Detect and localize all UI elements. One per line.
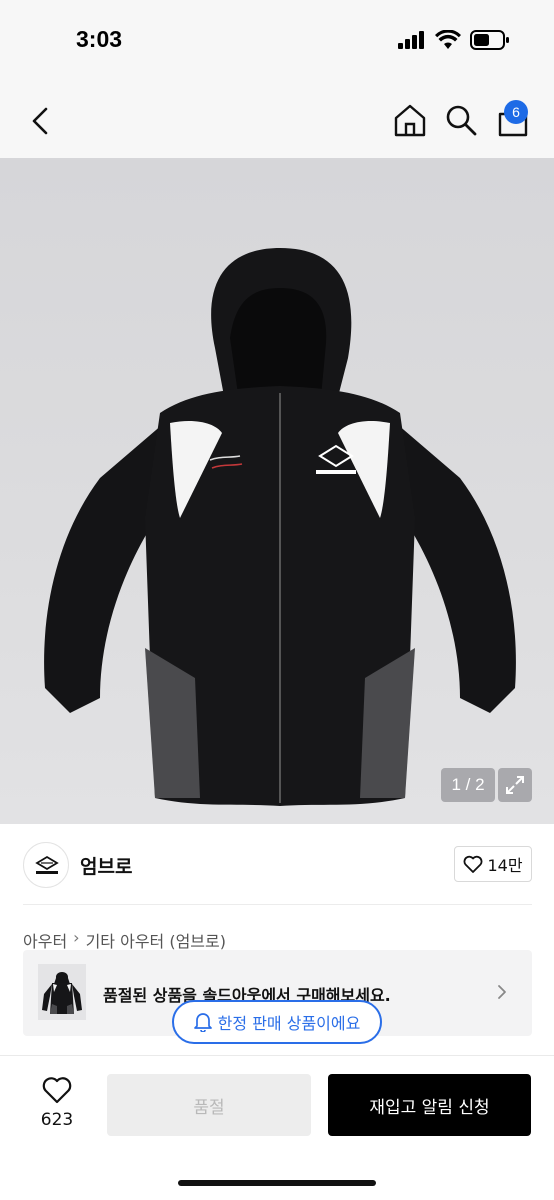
signal-icon [398, 31, 424, 49]
limited-sale-badge: 한정 판매 상품이에요 [172, 1000, 382, 1044]
product-thumbnail [38, 964, 86, 1020]
limited-sale-text: 한정 판매 상품이에요 [217, 1014, 361, 1033]
jacket-image [44, 248, 516, 806]
brand-row[interactable]: 엄브로 14만 [0, 824, 554, 906]
wishlist-count: 623 [40, 1110, 74, 1130]
heart-icon [42, 1077, 72, 1104]
battery-icon [470, 30, 509, 50]
brand-name[interactable]: 엄브로 [80, 852, 132, 879]
breadcrumb-item-outer[interactable]: 아우터 [23, 928, 67, 952]
bell-icon [193, 1013, 212, 1032]
like-count: 14만 [487, 856, 523, 875]
status-icons [398, 30, 510, 50]
search-icon[interactable] [444, 102, 478, 138]
divider [23, 904, 532, 905]
home-icon[interactable] [392, 102, 428, 138]
breadcrumb: 아우터 › 기타 아우터 (엄브로) [23, 928, 226, 952]
back-icon[interactable] [26, 104, 56, 138]
soldout-button[interactable]: 품절 [107, 1074, 311, 1136]
status-time: 3:03 [76, 26, 123, 52]
wishlist-button[interactable]: 623 [34, 1076, 80, 1130]
nav-bar [0, 82, 554, 158]
chevron-right-icon [498, 985, 506, 999]
umbro-logo-icon [35, 855, 59, 874]
status-bar: 3:03 [0, 0, 554, 82]
wifi-icon [435, 30, 461, 49]
cart-count-badge: 6 [504, 100, 528, 124]
chevron-right-icon: › [73, 928, 80, 947]
expand-icon [506, 776, 524, 794]
image-counter: 1 / 2 [441, 768, 495, 802]
like-button[interactable]: 14만 [454, 846, 532, 882]
home-indicator [178, 1180, 376, 1186]
heart-icon [464, 855, 483, 873]
brand-logo[interactable] [23, 842, 69, 888]
bottom-action-bar: 623 품절 재입고 알림 신청 [0, 1055, 554, 1200]
product-image[interactable] [0, 158, 554, 824]
restock-alert-button[interactable]: 재입고 알림 신청 [328, 1074, 531, 1136]
expand-button[interactable] [498, 768, 532, 802]
breadcrumb-item-other-outer[interactable]: 기타 아우터 (엄브로) [86, 928, 226, 952]
